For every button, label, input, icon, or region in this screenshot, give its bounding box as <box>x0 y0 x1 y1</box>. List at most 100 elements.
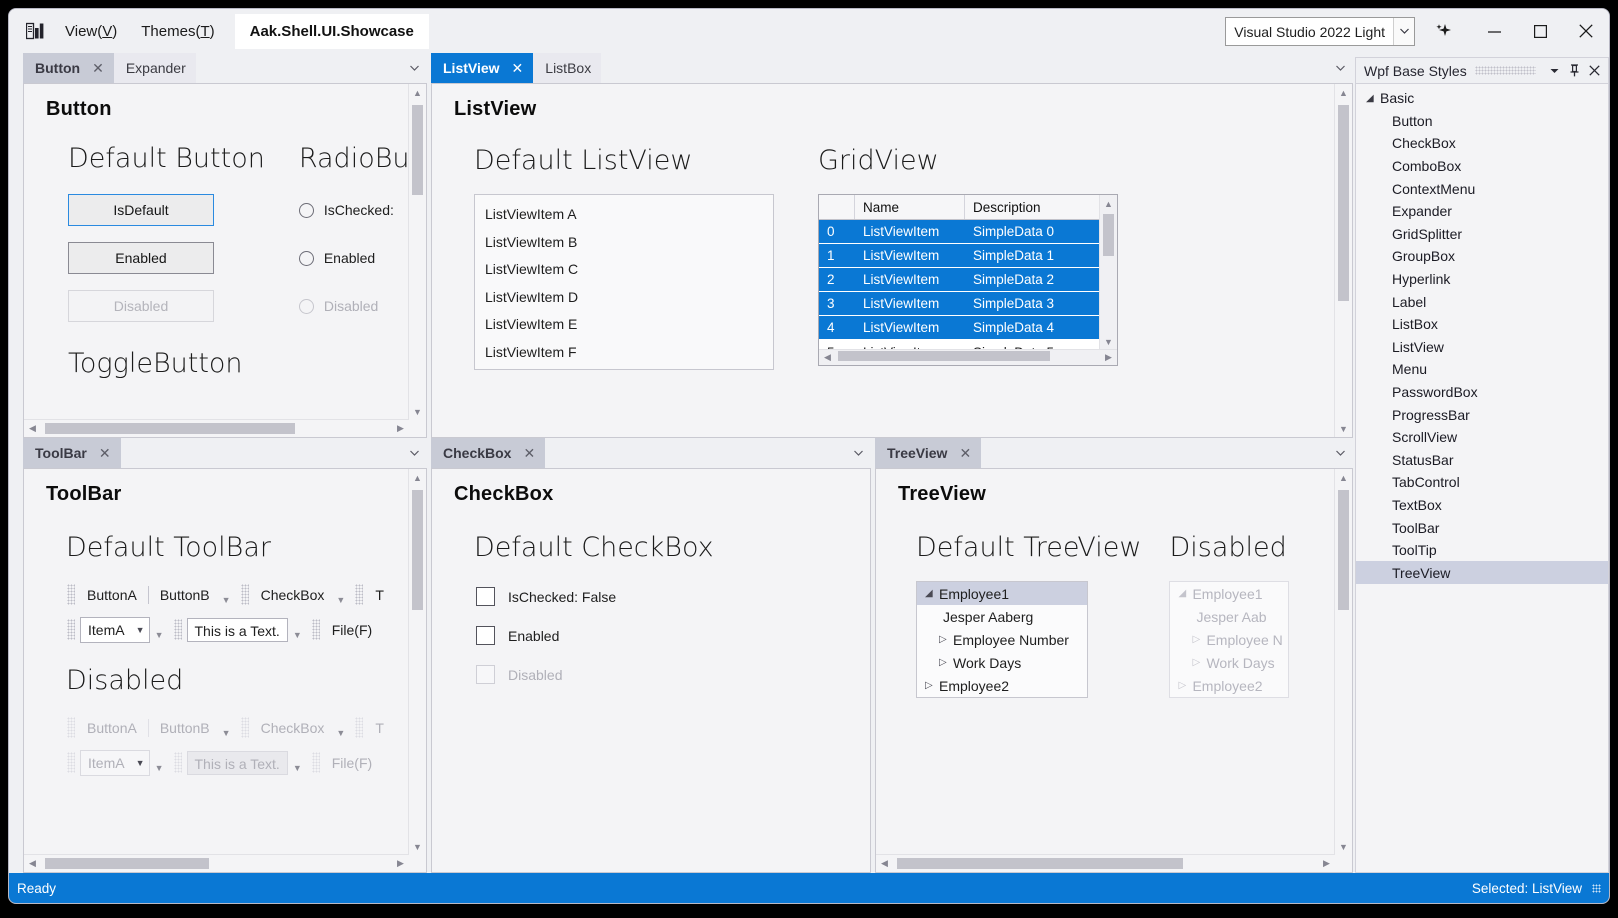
scroll-down-icon[interactable]: ▼ <box>1339 420 1348 437</box>
toolbar-grip-icon[interactable] <box>355 584 363 605</box>
toolbar-overflow-icon[interactable]: ▼ <box>331 595 350 605</box>
vscroll-thumb[interactable] <box>1338 490 1349 610</box>
close-button[interactable] <box>1563 9 1609 53</box>
list-item[interactable]: ListViewItem F <box>475 339 773 367</box>
isdefault-button[interactable]: IsDefault <box>68 194 214 226</box>
hscroll-thumb[interactable] <box>838 351 1050 361</box>
tab-overflow-chevron-icon[interactable] <box>845 438 871 468</box>
scroll-down-icon[interactable]: ▼ <box>1339 838 1348 855</box>
tree-node-button[interactable]: Button <box>1356 110 1608 133</box>
tab-checkbox[interactable]: CheckBox ✕ <box>431 438 545 468</box>
tab-expander[interactable]: Expander <box>114 53 196 83</box>
tree-node-progressbar[interactable]: ProgressBar <box>1356 403 1608 426</box>
tab-overflow-chevron-icon[interactable] <box>1327 438 1353 468</box>
tree-node-toolbar[interactable]: ToolBar <box>1356 516 1608 539</box>
expander-closed-icon[interactable]: ▷ <box>939 634 953 645</box>
tree-node-work-days[interactable]: ▷ Work Days <box>917 651 1087 674</box>
tab-listbox[interactable]: ListBox <box>533 53 601 83</box>
checkbox-icon[interactable] <box>476 587 495 606</box>
tree-node-employee2[interactable]: ▷ Employee2 <box>917 674 1087 697</box>
resize-grip-icon[interactable] <box>1592 884 1601 893</box>
scroll-right-icon[interactable]: ▶ <box>1318 858 1335 869</box>
vertical-scrollbar[interactable]: ▲ ▼ <box>408 469 426 855</box>
scroll-up-icon[interactable]: ▲ <box>413 84 422 101</box>
scroll-right-icon[interactable]: ▶ <box>392 423 409 434</box>
tab-overflow-chevron-icon[interactable] <box>401 53 427 83</box>
scroll-up-icon[interactable]: ▲ <box>1339 469 1348 486</box>
vscroll-track[interactable] <box>1100 212 1117 333</box>
tree-node-passwordbox[interactable]: PasswordBox <box>1356 381 1608 404</box>
tree-node-menu[interactable]: Menu <box>1356 358 1608 381</box>
hscroll-track[interactable] <box>836 349 1100 366</box>
checkbox-ischecked[interactable]: IsChecked: False <box>476 577 870 616</box>
vscroll-thumb[interactable] <box>412 490 423 610</box>
tree-node-hyperlink[interactable]: Hyperlink <box>1356 268 1608 291</box>
tree-node-expander[interactable]: Expander <box>1356 200 1608 223</box>
list-item[interactable]: ListViewItem E <box>475 311 773 339</box>
toolbar-grip-icon[interactable] <box>241 584 249 605</box>
vertical-scrollbar[interactable]: ▲ ▼ <box>408 84 426 420</box>
table-row[interactable]: 4 ListViewItem SimpleData 4 <box>819 316 1117 340</box>
radio-icon[interactable] <box>299 203 314 218</box>
hscroll-thumb[interactable] <box>45 423 295 434</box>
toolbar-overflow-icon[interactable]: ▼ <box>288 630 307 640</box>
radio-ischecked[interactable]: IsChecked: <box>299 194 410 226</box>
tab-button[interactable]: Button ✕ <box>23 53 114 83</box>
tab-listview[interactable]: ListView ✕ <box>431 53 533 83</box>
radio-enabled[interactable]: Enabled <box>299 242 410 274</box>
toolbar-grip-icon[interactable] <box>312 619 320 640</box>
scroll-right-icon[interactable]: ▶ <box>392 858 409 869</box>
toolbar-checkbox[interactable]: CheckBox <box>254 585 332 605</box>
toolbar-menu-file[interactable]: File(F) <box>325 620 379 640</box>
default-listview[interactable]: ListViewItem A ListViewItem B ListViewIt… <box>474 194 774 370</box>
chevron-down-icon[interactable] <box>1393 18 1414 45</box>
vscroll-track[interactable] <box>1335 101 1352 420</box>
expander-open-icon[interactable]: ◢ <box>1366 93 1380 104</box>
scroll-left-icon[interactable]: ◀ <box>819 352 836 363</box>
scroll-left-icon[interactable]: ◀ <box>24 858 41 869</box>
hscroll-track[interactable] <box>41 420 392 437</box>
vscroll-thumb[interactable] <box>412 105 423 195</box>
table-row[interactable]: 1 ListViewItem SimpleData 1 <box>819 244 1117 268</box>
menu-view[interactable]: View(V) <box>53 17 129 46</box>
tree-node-checkbox[interactable]: CheckBox <box>1356 132 1608 155</box>
checkbox-icon[interactable] <box>476 626 495 645</box>
tree-node-label[interactable]: Label <box>1356 290 1608 313</box>
close-icon[interactable]: ✕ <box>99 445 111 462</box>
toolbar-overflow-icon[interactable]: ▼ <box>150 630 169 640</box>
gridview-hscrollbar[interactable]: ◀ ▶ <box>819 349 1117 365</box>
horizontal-scrollbar[interactable]: ◀ ▶ <box>24 854 409 872</box>
tree-node-basic[interactable]: ◢ Basic <box>1356 87 1608 110</box>
radio-icon[interactable] <box>299 251 314 266</box>
tree-node-listview[interactable]: ListView <box>1356 336 1608 359</box>
toolbar-overflow-icon[interactable]: ▼ <box>217 595 236 605</box>
gridview-vscrollbar[interactable]: ▲ ▼ <box>1099 195 1117 350</box>
vscroll-thumb[interactable] <box>1338 105 1349 301</box>
tree-node-employee-number[interactable]: ▷ Employee Number <box>917 628 1087 651</box>
close-icon[interactable] <box>1584 60 1604 82</box>
sparkle-button[interactable] <box>1415 9 1471 53</box>
scroll-down-icon[interactable]: ▼ <box>413 838 422 855</box>
vscroll-track[interactable] <box>409 486 426 838</box>
horizontal-scrollbar[interactable]: ◀ ▶ <box>24 419 409 437</box>
checkbox-enabled[interactable]: Enabled <box>476 616 870 655</box>
vertical-scrollbar[interactable]: ▲ ▼ <box>1334 84 1352 437</box>
close-icon[interactable]: ✕ <box>523 445 535 462</box>
list-item[interactable]: ListViewItem B <box>475 229 773 257</box>
tab-toolbar[interactable]: ToolBar ✕ <box>23 438 121 468</box>
hscroll-track[interactable] <box>41 855 392 872</box>
scroll-up-icon[interactable]: ▲ <box>413 469 422 486</box>
tree-node-groupbox[interactable]: GroupBox <box>1356 245 1608 268</box>
toolbar-grip-icon[interactable] <box>67 584 75 605</box>
expander-closed-icon[interactable]: ▷ <box>939 657 953 668</box>
table-row[interactable]: 3 ListViewItem SimpleData 3 <box>819 292 1117 316</box>
tree-node-jesper-aaberg[interactable]: Jesper Aaberg <box>917 605 1087 628</box>
scroll-left-icon[interactable]: ◀ <box>876 858 893 869</box>
default-treeview[interactable]: ◢ Employee1 Jesper Aaberg ▷ <box>916 581 1088 698</box>
toolbar-grip-icon[interactable] <box>174 619 182 640</box>
vscroll-thumb[interactable] <box>1103 214 1114 256</box>
tab-overflow-chevron-icon[interactable] <box>1327 53 1353 83</box>
hscroll-track[interactable] <box>893 855 1318 872</box>
scroll-down-icon[interactable]: ▼ <box>1104 333 1113 350</box>
tree-node-scrollview[interactable]: ScrollView <box>1356 426 1608 449</box>
